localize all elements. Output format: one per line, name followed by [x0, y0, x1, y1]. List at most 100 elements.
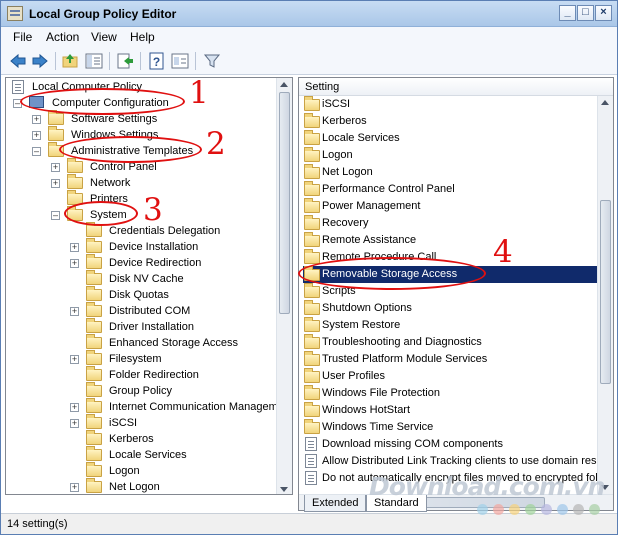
filter-icon[interactable]	[203, 52, 221, 70]
tree-item-label: Credentials Delegation	[109, 225, 221, 237]
setting-label: Net Logon	[322, 166, 373, 178]
expand-icon[interactable]: +	[51, 163, 60, 172]
setting-list-item[interactable]: Locale Services	[303, 130, 597, 147]
tree-item[interactable]: Group Policy	[6, 382, 276, 399]
folder-icon	[86, 318, 102, 333]
tree-item[interactable]: + Net Logon	[6, 478, 276, 494]
setting-label: Windows HotStart	[322, 404, 411, 416]
setting-list-item[interactable]: User Profiles	[303, 368, 597, 385]
folder-icon	[304, 368, 320, 383]
collapse-icon[interactable]: –	[32, 147, 41, 156]
tree-item[interactable]: + Device Installation	[6, 238, 276, 255]
tree-item[interactable]: Credentials Delegation	[6, 222, 276, 239]
setting-label: Recovery	[322, 217, 369, 229]
tree-scroll-thumb[interactable]	[279, 92, 290, 314]
list-vertical-scrollbar[interactable]	[597, 96, 613, 494]
scroll-down-arrow-icon[interactable]	[280, 487, 288, 492]
setting-list-item[interactable]: Kerberos	[303, 113, 597, 130]
help-icon[interactable]: ?	[148, 52, 166, 70]
annotation-ellipse-system	[64, 201, 138, 226]
expand-icon[interactable]: +	[70, 259, 79, 268]
setting-column-header[interactable]: Setting	[299, 78, 613, 96]
setting-label: Logon	[322, 149, 353, 161]
setting-list-item[interactable]: Trusted Platform Module Services	[303, 351, 597, 368]
menu-file[interactable]: File	[13, 30, 32, 44]
forward-arrow-icon[interactable]	[31, 52, 49, 70]
setting-list-item[interactable]: Windows Time Service	[303, 419, 597, 436]
expand-icon[interactable]: +	[70, 483, 79, 492]
setting-label: User Profiles	[322, 370, 385, 382]
export-list-icon[interactable]	[116, 52, 134, 70]
tree-item[interactable]: Disk Quotas	[6, 286, 276, 303]
setting-list-item[interactable]: Power Management	[303, 198, 597, 215]
setting-list-item[interactable]: Net Logon	[303, 164, 597, 181]
setting-list-item[interactable]: Windows HotStart	[303, 402, 597, 419]
policy-document-icon	[12, 80, 24, 94]
menu-help[interactable]: Help	[130, 30, 155, 44]
show-hide-tree-icon[interactable]	[85, 52, 103, 70]
setting-list-item[interactable]: Recovery	[303, 215, 597, 232]
tree-item[interactable]: Locale Services	[6, 446, 276, 463]
folder-icon	[86, 462, 102, 477]
setting-list-item[interactable]: Shutdown Options	[303, 300, 597, 317]
expand-icon[interactable]: +	[51, 179, 60, 188]
expand-icon[interactable]: +	[70, 307, 79, 316]
minimize-button[interactable]: _	[559, 5, 576, 21]
folder-icon	[86, 398, 102, 413]
tree-item-label: Enhanced Storage Access	[109, 337, 239, 349]
setting-list-item[interactable]: Logon	[303, 147, 597, 164]
annotation-number: 1	[189, 75, 209, 111]
tree-item[interactable]: Kerberos	[6, 430, 276, 447]
tree-item[interactable]: Printers	[6, 190, 276, 207]
back-arrow-icon[interactable]	[9, 52, 27, 70]
scroll-up-arrow-icon[interactable]	[280, 82, 288, 87]
tab-extended[interactable]: Extended	[304, 495, 367, 512]
expand-icon[interactable]: +	[32, 131, 41, 140]
setting-list-item[interactable]: Troubleshooting and Diagnostics	[303, 334, 597, 351]
scroll-up-arrow-icon[interactable]	[601, 100, 609, 105]
expand-icon[interactable]: +	[70, 419, 79, 428]
setting-list-item[interactable]: Performance Control Panel	[303, 181, 597, 198]
tree-item[interactable]: Driver Installation	[6, 318, 276, 335]
setting-list-item[interactable]: System Restore	[303, 317, 597, 334]
expand-icon[interactable]: +	[32, 115, 41, 124]
tree-item[interactable]: + Network	[6, 174, 276, 191]
collapse-icon[interactable]: –	[51, 211, 60, 220]
expand-icon[interactable]: +	[70, 243, 79, 252]
menu-action[interactable]: Action	[46, 30, 79, 44]
folder-icon	[304, 147, 320, 162]
tree-item[interactable]: Enhanced Storage Access	[6, 334, 276, 351]
expand-icon[interactable]: +	[70, 403, 79, 412]
folder-icon	[86, 254, 102, 269]
setting-list-item[interactable]: iSCSI	[303, 96, 597, 113]
settings-list-pane[interactable]: Setting iSCSI Kerberos Locale Services Logo…	[298, 77, 614, 511]
list-scroll-thumb[interactable]	[600, 200, 611, 384]
tree-item[interactable]: Logon	[6, 462, 276, 479]
setting-list-item[interactable]: Windows File Protection	[303, 385, 597, 402]
tree-item[interactable]: + Filesystem	[6, 350, 276, 367]
setting-list-item[interactable]: Allow Distributed Link Tracking clients …	[303, 453, 609, 470]
setting-list-item[interactable]: Download missing COM components	[303, 436, 597, 453]
tree-vertical-scrollbar[interactable]	[276, 78, 292, 494]
tree-item[interactable]: + iSCSI	[6, 414, 276, 431]
tree-item[interactable]: – System	[6, 206, 276, 223]
menu-view[interactable]: View	[91, 30, 117, 44]
tree-item[interactable]: + Distributed COM	[6, 302, 276, 319]
expand-icon[interactable]: +	[70, 355, 79, 364]
tree-item[interactable]: + Internet Communication Manageme	[6, 398, 284, 415]
tree-item[interactable]: Disk NV Cache	[6, 270, 276, 287]
title-bar[interactable]: Local Group Policy Editor _ □ ×	[1, 1, 617, 27]
maximize-button[interactable]: □	[577, 5, 594, 21]
tree-item-label: Net Logon	[109, 481, 160, 493]
up-folder-icon[interactable]	[61, 52, 79, 70]
folder-icon	[67, 174, 83, 189]
svg-text:?: ?	[153, 55, 160, 69]
folder-icon	[304, 232, 320, 247]
properties-icon[interactable]	[171, 52, 189, 70]
folder-icon	[304, 96, 320, 111]
tree-item[interactable]: + Device Redirection	[6, 254, 276, 271]
tree-item[interactable]: Folder Redirection	[6, 366, 276, 383]
close-button[interactable]: ×	[595, 5, 612, 21]
folder-icon	[304, 198, 320, 213]
setting-list-item[interactable]: Remote Assistance	[303, 232, 597, 249]
